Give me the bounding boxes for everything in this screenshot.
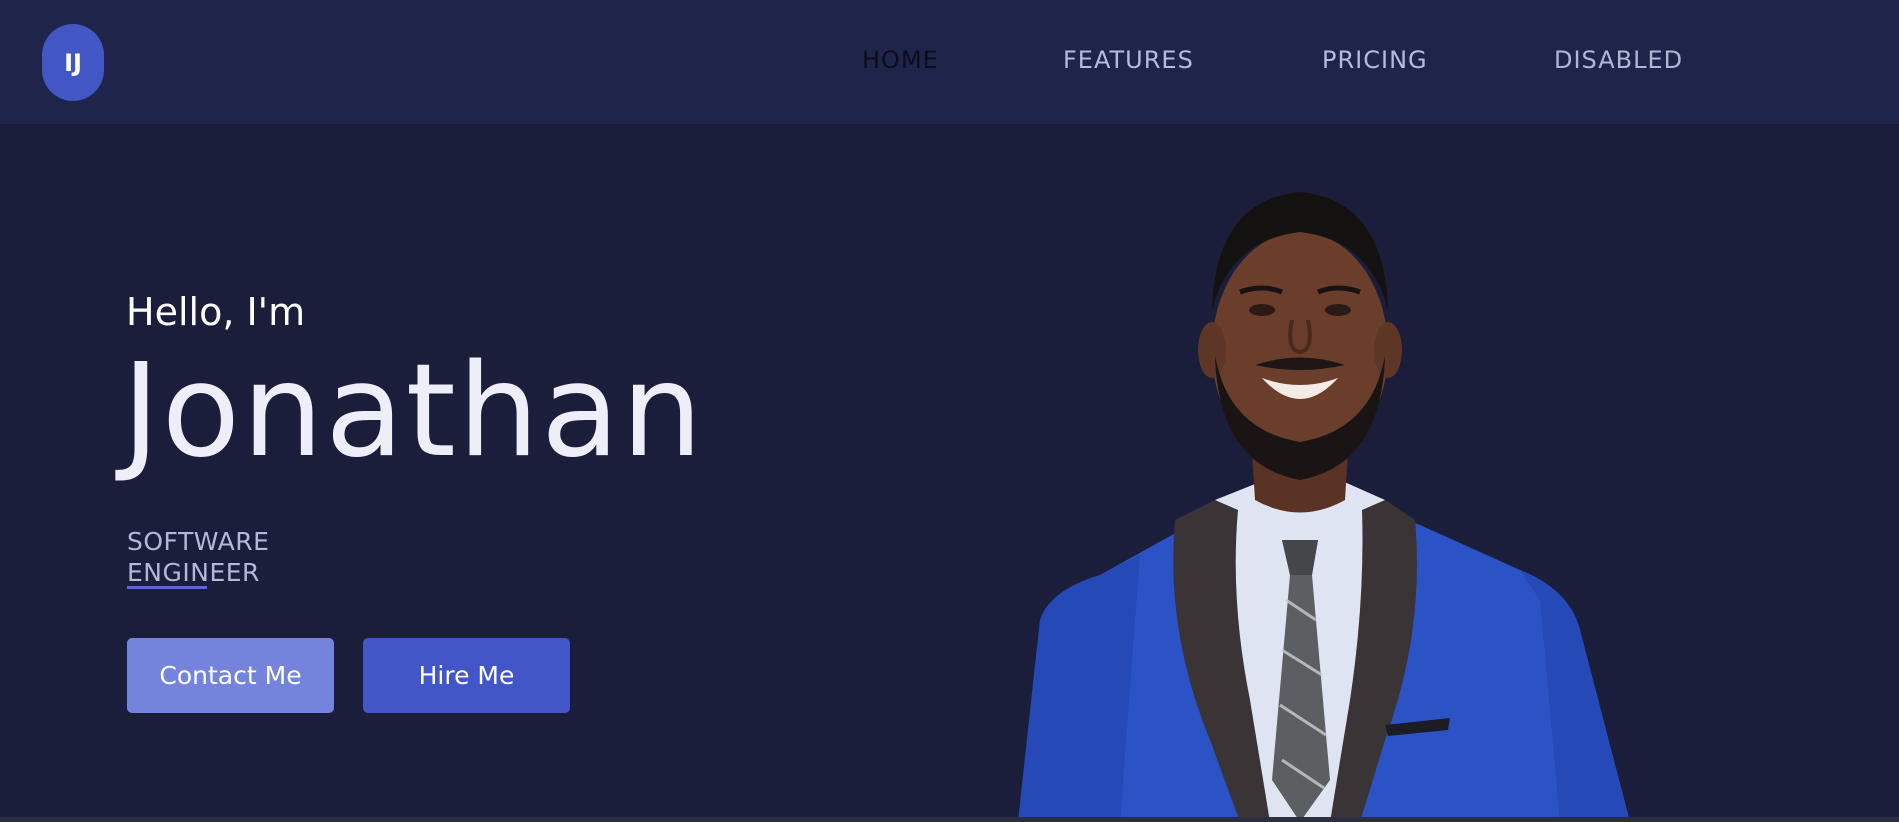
- contact-me-button[interactable]: Contact Me: [127, 638, 334, 713]
- hero-role-line1: SOFTWARE: [127, 527, 270, 556]
- logo-badge[interactable]: IJ: [42, 24, 104, 101]
- role-underline: [127, 586, 207, 589]
- nav-item-home[interactable]: HOME: [862, 46, 939, 74]
- nav-item-disabled: DISABLED: [1554, 46, 1684, 74]
- hero-name: Jonathan: [122, 337, 705, 486]
- hero-role-line2: ENGINEER: [127, 558, 260, 587]
- hero-role: SOFTWARE ENGINEER: [127, 526, 269, 588]
- page: IJ HOME FEATURES PRICING DISABLED Hello,…: [0, 0, 1899, 822]
- nav-item-pricing[interactable]: PRICING: [1322, 46, 1428, 74]
- bottom-divider: [0, 817, 1899, 822]
- portrait-image: [1018, 192, 1630, 822]
- hire-me-button[interactable]: Hire Me: [363, 638, 570, 713]
- navbar: IJ HOME FEATURES PRICING DISABLED: [0, 0, 1899, 124]
- nav-item-features[interactable]: FEATURES: [1063, 46, 1194, 74]
- hero-greeting: Hello, I'm: [126, 290, 306, 334]
